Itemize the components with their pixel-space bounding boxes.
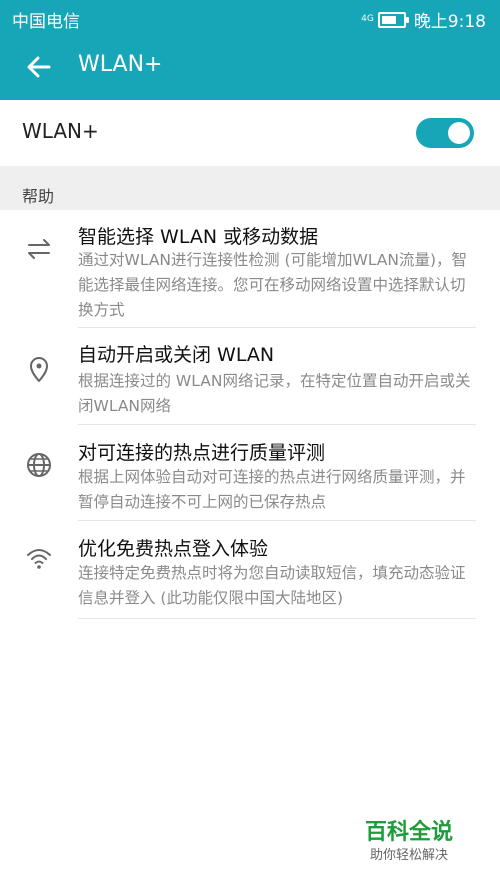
page-title: WLAN+ (78, 52, 163, 77)
help-item-title: 自动开启或关闭 WLAN (78, 344, 275, 366)
help-item-desc: 根据连接过的 WLAN网络记录，在特定位置自动开启或关闭WLAN网络 (78, 372, 471, 415)
battery-icon (377, 11, 409, 28)
status-bar: 中国电信 4G 晚上9:18 (0, 0, 500, 36)
swap-arrows-icon (24, 234, 54, 264)
switch-knob (448, 122, 470, 144)
battery-fill (381, 15, 396, 24)
help-item-title: 对可连接的热点进行质量评测 (78, 442, 326, 464)
watermark-subtitle: 助你轻松解决 (369, 848, 448, 863)
divider (78, 327, 476, 328)
divider (78, 520, 476, 521)
status-right: 4G 晚上9:18 (361, 7, 486, 32)
app-bar: WLAN+ (0, 36, 500, 100)
globe-icon (24, 450, 54, 480)
clock: 晚上9:18 (413, 12, 486, 32)
help-section-header: 帮助 (0, 166, 500, 210)
help-item-desc: 通过对WLAN进行连接性检测 (可能增加WLAN流量)，智能选择最佳网络连接。您… (78, 251, 468, 319)
carrier-label: 中国电信 (12, 12, 80, 32)
wifi-icon (24, 544, 54, 574)
help-item-title: 智能选择 WLAN 或移动数据 (78, 226, 319, 248)
divider (78, 424, 476, 425)
help-item-title: 优化免费热点登入体验 (78, 538, 269, 560)
help-title: 帮助 (22, 187, 55, 206)
watermark-title: 百科全说 (364, 820, 453, 845)
watermark: 百科全说 助你轻松解决 (350, 806, 468, 864)
wlan-plus-switch[interactable] (416, 118, 474, 148)
signal-text: 4G (361, 14, 374, 24)
back-arrow-icon[interactable] (22, 50, 56, 84)
location-pin-icon (24, 354, 54, 384)
toggle-label: WLAN+ (22, 119, 99, 143)
divider (78, 618, 476, 619)
help-item-desc: 连接特定免费热点时将为您自动读取短信，填充动态验证信息并登入 (此功能仅限中国大… (78, 564, 466, 607)
help-item-desc: 根据上网体验自动对可连接的热点进行网络质量评测，并暂停自动连接不可上网的已保存热… (78, 468, 466, 511)
